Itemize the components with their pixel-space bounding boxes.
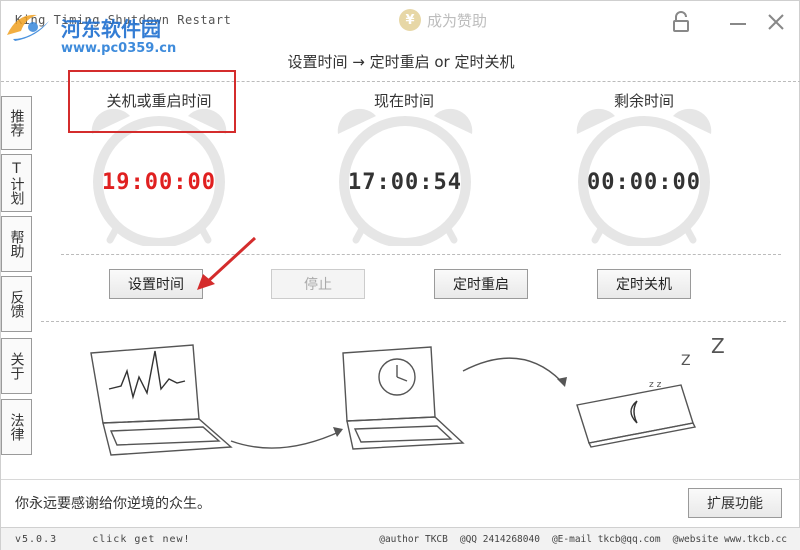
qq-label: @QQ 2414268040 xyxy=(459,534,540,545)
sidebar-item-about[interactable]: 关于 xyxy=(1,338,32,394)
timed-shutdown-button[interactable]: 定时关机 xyxy=(597,269,691,299)
status-bar: v5.0.3 click get new! @author TKCB @QQ 2… xyxy=(1,527,800,550)
current-time-clock: 17:00:54 xyxy=(330,106,480,246)
svg-text:Z: Z xyxy=(681,353,691,369)
instruction-subtitle: 设置时间 → 定时重启 or 定时关机 xyxy=(287,53,515,71)
highlight-box xyxy=(68,70,236,133)
set-time-button[interactable]: 设置时间 xyxy=(109,269,203,299)
donate-button[interactable]: ¥ 成为赞助 xyxy=(399,9,487,31)
close-button[interactable] xyxy=(761,7,791,37)
email-label[interactable]: @E-mail tkcb@qq.com xyxy=(552,534,661,545)
motto-text: 你永远要感谢给你逆境的众生。 xyxy=(15,496,211,512)
divider xyxy=(61,254,781,255)
current-time-display: 17:00:54 xyxy=(348,170,462,195)
watermark-logo-icon xyxy=(7,14,49,41)
app-window: King Timing Shutdown Restart 河东软件园 www.p… xyxy=(0,0,800,550)
lock-button[interactable] xyxy=(666,7,696,37)
divider xyxy=(1,479,800,480)
expand-features-button[interactable]: 扩展功能 xyxy=(688,488,782,518)
watermark-name: 河东软件园 xyxy=(61,17,161,41)
svg-text:Z: Z xyxy=(711,334,725,358)
svg-text:z z: z z xyxy=(649,380,662,390)
lock-icon xyxy=(673,11,689,32)
close-icon xyxy=(768,14,784,30)
author-label: @author TKCB xyxy=(379,534,448,545)
update-link[interactable]: click get new! xyxy=(92,534,190,545)
sidebar-item-recommend[interactable]: 推荐 xyxy=(1,96,32,150)
donate-label: 成为赞助 xyxy=(427,11,488,30)
remaining-time-clock: 00:00:00 xyxy=(569,106,719,246)
sidebar-item-label: 法律 xyxy=(8,413,25,441)
laptop-waveform-icon xyxy=(90,344,233,456)
sidebar-item-label: 帮助 xyxy=(8,230,25,258)
sidebar-item-legal[interactable]: 法律 xyxy=(1,399,32,455)
sidebar-item-help[interactable]: 帮助 xyxy=(1,216,32,272)
target-time-display: 19:00:00 xyxy=(102,170,216,195)
version-label: v5.0.3 xyxy=(15,534,58,545)
laptop-sleep-illustration: z z Z Z xyxy=(90,334,725,456)
version-info: v5.0.3 click get new! xyxy=(15,534,191,545)
minimize-icon xyxy=(730,23,746,25)
red-arrow-icon xyxy=(197,236,257,290)
minimize-button[interactable] xyxy=(723,7,753,37)
contact-info: @author TKCB @QQ 2414268040 @E-mail tkcb… xyxy=(379,534,787,545)
sidebar-item-label: T计划 xyxy=(8,161,25,205)
sidebar-item-label: 反馈 xyxy=(8,290,25,318)
stop-button[interactable]: 停止 xyxy=(271,269,365,299)
sidebar-item-feedback[interactable]: 反馈 xyxy=(1,276,32,332)
divider xyxy=(41,321,786,322)
remaining-time-display: 00:00:00 xyxy=(587,170,701,195)
website-link[interactable]: @website www.tkcb.cc xyxy=(673,534,787,545)
laptop-sleeping-icon: z z Z Z xyxy=(576,334,725,448)
sidebar-item-t-plan[interactable]: T计划 xyxy=(1,154,32,212)
sidebar-item-label: 关于 xyxy=(8,352,25,380)
timed-restart-button[interactable]: 定时重启 xyxy=(434,269,528,299)
coin-icon: ¥ xyxy=(399,9,421,31)
laptop-clock-icon xyxy=(342,346,465,450)
sidebar-item-label: 推荐 xyxy=(8,109,25,137)
title-bar[interactable]: King Timing Shutdown Restart 河东软件园 www.p… xyxy=(1,1,800,56)
